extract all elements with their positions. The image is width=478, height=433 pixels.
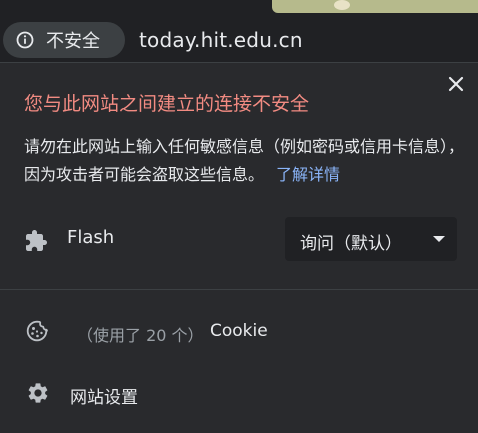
cookie-label: Cookie: [210, 321, 268, 341]
omnibox: 不安全 today.hit.edu.cn: [0, 0, 478, 62]
permission-label: Flash: [67, 227, 115, 248]
permission-row-flash: Flash 询问（默认）: [0, 213, 478, 267]
close-icon: [448, 76, 464, 92]
page-background-strip: [0, 0, 478, 18]
cookies-row[interactable]: （使用了 20 个） Cookie: [0, 310, 478, 354]
learn-more-link[interactable]: 了解详情: [276, 165, 340, 184]
url-text[interactable]: today.hit.edu.cn: [139, 28, 303, 52]
gear-icon: [28, 383, 48, 403]
chevron-down-icon: [433, 236, 445, 242]
site-settings-row[interactable]: 网站设置: [0, 371, 478, 415]
cookie-count: （使用了 20 个）: [77, 326, 204, 345]
description-text: 请勿在此网站上输入任何敏感信息（例如密码或信用卡信息），因为攻击者可能会盗取这些…: [24, 137, 465, 184]
connection-warning-title: 您与此网站之间建立的连接不安全: [24, 93, 310, 115]
security-indicator-button[interactable]: 不安全: [3, 22, 125, 58]
page-background-detail: [334, 0, 350, 10]
connection-warning-description: 请勿在此网站上输入任何敏感信息（例如密码或信用卡信息），因为攻击者可能会盗取这些…: [24, 133, 464, 189]
site-settings-label: 网站设置: [70, 388, 138, 408]
close-button[interactable]: [445, 73, 467, 95]
section-divider: [0, 289, 478, 290]
site-info-popup: 您与此网站之间建立的连接不安全 请勿在此网站上输入任何敏感信息（例如密码或信用卡…: [0, 62, 478, 433]
puzzle-icon: [26, 230, 47, 251]
flash-permission-select[interactable]: 询问（默认）: [285, 217, 457, 261]
page-background-image: [272, 0, 478, 13]
security-status-label: 不安全: [46, 31, 100, 52]
select-value: 询问（默认）: [300, 234, 402, 254]
cookie-icon: [26, 320, 48, 342]
info-icon: [16, 31, 34, 49]
